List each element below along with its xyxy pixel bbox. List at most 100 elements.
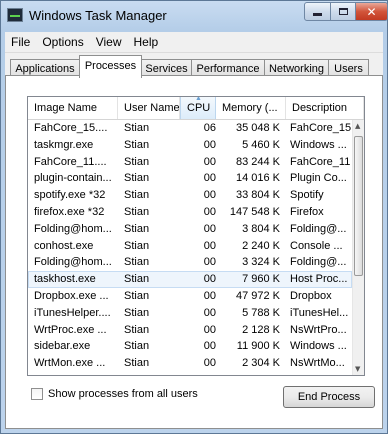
cell-image-name: taskhost.exe bbox=[34, 273, 96, 286]
close-button[interactable]: ✕ bbox=[355, 2, 388, 21]
process-list[interactable]: Image Name User Name ▲ CPU Memory (... D… bbox=[27, 96, 365, 376]
cell-user-name: Stian bbox=[124, 122, 150, 134]
cell-description: Windows ... bbox=[290, 138, 347, 151]
cell-image-name: Folding@hom... bbox=[34, 256, 112, 269]
cell-memory: 83 244 K bbox=[235, 155, 280, 168]
cell-cpu: 00 bbox=[203, 205, 216, 218]
tab-strip: Applications Processes Services Performa… bbox=[5, 52, 383, 78]
column-description[interactable]: Description bbox=[286, 97, 364, 119]
cell-user-name: Stian bbox=[124, 222, 150, 235]
cell-memory: 47 972 K bbox=[235, 289, 280, 302]
vertical-scrollbar[interactable]: ▲ ▼ bbox=[352, 120, 364, 375]
cell-cpu: 06 bbox=[203, 122, 216, 134]
menu-help[interactable]: Help bbox=[128, 35, 165, 49]
menu-options[interactable]: Options bbox=[36, 35, 89, 49]
cell-image-name: taskmgr.exe bbox=[34, 138, 94, 151]
table-row[interactable]: sidebar.exe Stian 00 11 900 K Windows ... bbox=[28, 338, 352, 355]
table-row[interactable]: spotify.exe *32 Stian 00 33 804 K Spotify bbox=[28, 187, 352, 204]
table-row[interactable]: Folding@hom... Stian 00 3 804 K Folding@... bbox=[28, 221, 352, 238]
window-title: Windows Task Manager bbox=[29, 8, 167, 23]
cell-user-name: Stian bbox=[124, 189, 150, 202]
end-process-button[interactable]: End Process bbox=[283, 386, 375, 408]
table-row[interactable]: FahCore_15.... Stian 06 35 048 K FahCore_15 bbox=[28, 120, 352, 137]
column-user-name[interactable]: User Name bbox=[118, 97, 180, 119]
table-row[interactable]: FahCore_11.... Stian 00 83 244 K FahCore_11 bbox=[28, 154, 352, 171]
cell-image-name: Dropbox.exe ... bbox=[34, 289, 109, 302]
cell-user-name: Stian bbox=[124, 138, 150, 151]
cell-image-name: firefox.exe *32 bbox=[34, 205, 105, 218]
task-manager-window: Windows Task Manager ✕ File Options View… bbox=[0, 0, 388, 434]
cell-cpu: 00 bbox=[203, 222, 216, 235]
cell-image-name: WrtMon.exe ... bbox=[34, 357, 106, 370]
cell-cpu: 00 bbox=[203, 138, 216, 151]
cell-memory: 33 804 K bbox=[235, 189, 280, 202]
tab-processes[interactable]: Processes bbox=[79, 55, 142, 78]
column-image-name[interactable]: Image Name bbox=[28, 97, 118, 119]
column-header-row: Image Name User Name ▲ CPU Memory (... D… bbox=[28, 97, 364, 120]
close-icon: ✕ bbox=[366, 4, 377, 19]
minimize-icon bbox=[313, 13, 322, 16]
cell-memory: 14 016 K bbox=[235, 172, 280, 185]
cell-memory: 147 548 K bbox=[229, 205, 280, 218]
cell-cpu: 00 bbox=[203, 289, 216, 302]
cell-user-name: Stian bbox=[124, 340, 150, 353]
cell-user-name: Stian bbox=[124, 357, 150, 370]
cell-image-name: iTunesHelper.... bbox=[34, 306, 111, 319]
minimize-button[interactable] bbox=[304, 2, 331, 21]
cell-memory: 2 304 K bbox=[242, 357, 280, 370]
show-all-users-option[interactable]: Show processes from all users bbox=[31, 388, 198, 400]
cell-description: FahCore_11 bbox=[290, 155, 351, 168]
cell-description: Firefox bbox=[290, 205, 324, 218]
menu-view[interactable]: View bbox=[90, 35, 128, 49]
cell-cpu: 00 bbox=[203, 189, 216, 202]
cell-description: Host Proc... bbox=[290, 273, 348, 286]
table-row[interactable]: taskmgr.exe Stian 00 5 460 K Windows ... bbox=[28, 137, 352, 154]
column-cpu-label: CPU bbox=[187, 102, 211, 114]
title-bar[interactable]: Windows Task Manager ✕ bbox=[1, 1, 388, 31]
table-row[interactable]: conhost.exe Stian 00 2 240 K Console ... bbox=[28, 238, 352, 255]
show-all-users-label: Show processes from all users bbox=[48, 388, 198, 400]
table-row[interactable]: taskhost.exe Stian 00 7 960 K Host Proc... bbox=[28, 271, 352, 288]
cell-description: NsWrtPro... bbox=[290, 323, 347, 336]
cell-description: Folding@... bbox=[290, 256, 347, 269]
cell-description: Console ... bbox=[290, 239, 343, 252]
maximize-button[interactable] bbox=[330, 2, 356, 21]
cell-cpu: 00 bbox=[203, 172, 216, 185]
table-row[interactable]: plugin-contain... Stian 00 14 016 K Plugin C… bbox=[28, 170, 352, 187]
cell-image-name: plugin-contain... bbox=[34, 172, 112, 185]
scrollbar-thumb[interactable] bbox=[354, 136, 363, 276]
column-memory[interactable]: Memory (... bbox=[216, 97, 286, 119]
show-all-users-checkbox[interactable] bbox=[31, 388, 43, 400]
table-row[interactable]: Folding@hom... Stian 00 3 324 K Folding@... bbox=[28, 254, 352, 271]
column-cpu[interactable]: ▲ CPU bbox=[180, 97, 216, 119]
cell-cpu: 00 bbox=[203, 306, 216, 319]
cell-cpu: 00 bbox=[203, 273, 216, 286]
cell-cpu: 00 bbox=[203, 155, 216, 168]
scroll-down-icon[interactable]: ▼ bbox=[355, 365, 360, 373]
cell-cpu: 00 bbox=[203, 323, 216, 336]
cell-image-name: WrtProc.exe ... bbox=[34, 323, 107, 336]
table-row[interactable]: firefox.exe *32 Stian 00 147 548 K Firefox bbox=[28, 204, 352, 221]
cell-image-name: conhost.exe bbox=[34, 239, 94, 252]
cell-memory: 3 804 K bbox=[242, 222, 280, 235]
cell-description: FahCore_15 bbox=[290, 122, 352, 134]
cell-user-name: Stian bbox=[124, 323, 150, 336]
cell-memory: 5 460 K bbox=[242, 138, 280, 151]
cell-memory: 11 900 K bbox=[236, 340, 280, 353]
cell-image-name: spotify.exe *32 bbox=[34, 189, 106, 202]
cell-user-name: Stian bbox=[124, 172, 150, 185]
cell-image-name: Folding@hom... bbox=[34, 222, 112, 235]
cell-description: NsWrtMo... bbox=[290, 357, 345, 370]
cell-user-name: Stian bbox=[124, 306, 150, 319]
cell-memory: 35 048 K bbox=[235, 122, 280, 134]
table-row[interactable]: Dropbox.exe ... Stian 00 47 972 K Dropbox bbox=[28, 288, 352, 305]
cell-description: iTunesHel... bbox=[290, 306, 349, 319]
table-row[interactable]: iTunesHelper.... Stian 00 5 788 K iTunesHel.… bbox=[28, 305, 352, 322]
table-row[interactable]: WrtProc.exe ... Stian 00 2 128 K NsWrtPro... bbox=[28, 322, 352, 339]
cell-memory: 2 240 K bbox=[242, 239, 280, 252]
menu-file[interactable]: File bbox=[5, 35, 36, 49]
scroll-up-icon[interactable]: ▲ bbox=[355, 122, 360, 130]
process-rows: FahCore_15.... Stian 06 35 048 K FahCore_15 t… bbox=[28, 120, 352, 372]
cell-description: Windows ... bbox=[290, 340, 347, 353]
table-row[interactable]: WrtMon.exe ... Stian 00 2 304 K NsWrtMo... bbox=[28, 355, 352, 372]
